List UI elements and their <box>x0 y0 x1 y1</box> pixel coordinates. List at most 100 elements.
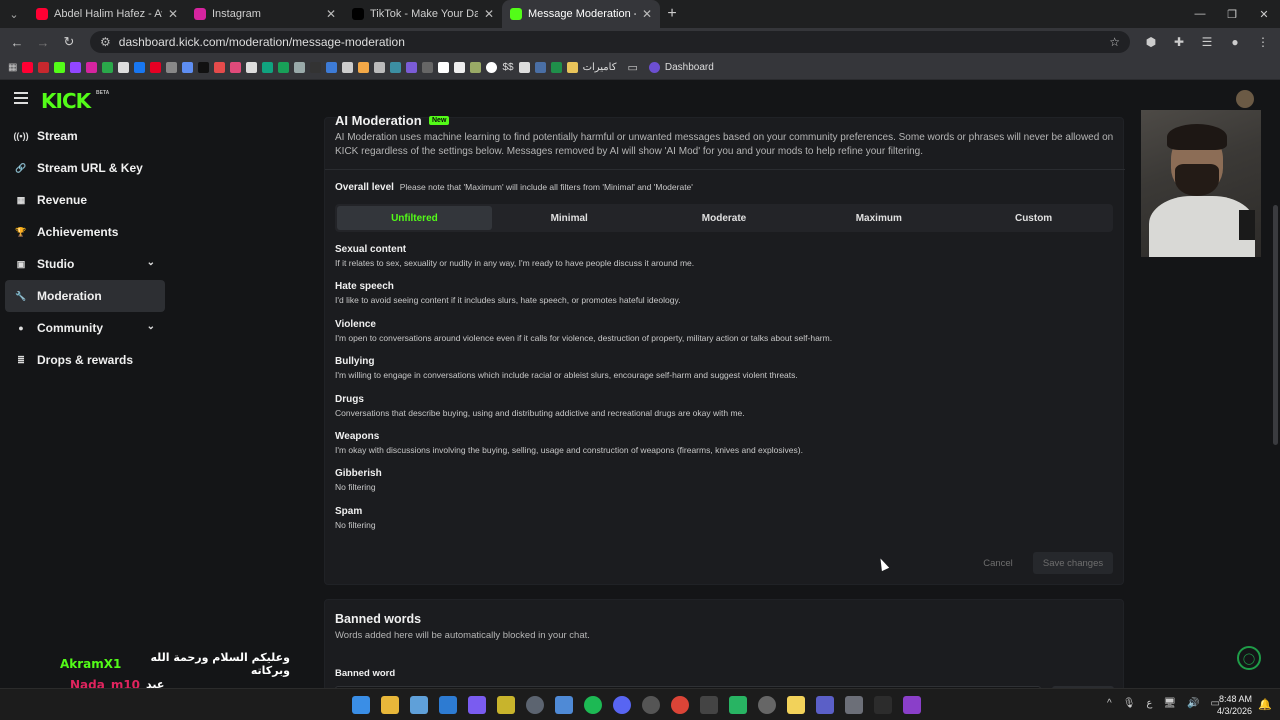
bookmark-circle-icon[interactable] <box>246 62 258 73</box>
discord-icon[interactable] <box>613 696 631 714</box>
level-option-moderate[interactable]: Moderate <box>647 206 802 230</box>
bookmark-dollar[interactable]: $$ <box>502 62 513 73</box>
bookmark-red-icon[interactable] <box>38 62 50 73</box>
level-option-minimal[interactable]: Minimal <box>492 206 647 230</box>
bookmark-white-icon[interactable] <box>342 62 354 73</box>
cancel-button[interactable]: Cancel <box>969 552 1027 574</box>
bookmark-dashboard[interactable]: Dashboard <box>665 62 714 73</box>
close-window-icon[interactable]: ✕ <box>1248 0 1280 28</box>
bookmark-tiktok-icon[interactable] <box>198 62 210 73</box>
bookmark-kick-icon[interactable] <box>54 62 66 73</box>
sidebar-item-community[interactable]: ● Community ⌄ <box>5 312 165 344</box>
app-purple-icon[interactable] <box>468 696 486 714</box>
language-indicator[interactable]: ع <box>1146 698 1152 709</box>
folder-icon[interactable]: ▭ <box>627 61 637 74</box>
browser-tab[interactable]: Instagram ✕ <box>186 0 344 28</box>
puzzle-icon[interactable]: ✚ <box>1168 35 1190 49</box>
category-item[interactable]: Violence I'm open to conversations around… <box>335 318 1115 355</box>
bookmark-star-icon[interactable]: ☆ <box>1109 35 1120 49</box>
bookmark-mail-icon[interactable] <box>518 62 530 73</box>
bookmark-app-icon[interactable] <box>166 62 178 73</box>
profile-icon[interactable]: ● <box>1224 35 1246 49</box>
app-shield-icon[interactable] <box>555 696 573 714</box>
level-option-maximum[interactable]: Maximum <box>801 206 956 230</box>
bookmark-generic-icon[interactable] <box>534 62 546 73</box>
spotify-icon[interactable] <box>584 696 602 714</box>
chrome-icon[interactable] <box>671 696 689 714</box>
bookmark-instagram-icon[interactable] <box>86 62 98 73</box>
bookmark-excel-icon[interactable] <box>550 62 562 73</box>
app-x-icon[interactable] <box>700 696 718 714</box>
bookmark-google-icon[interactable] <box>486 62 498 73</box>
help-chat-icon[interactable]: ◯ <box>1237 646 1261 670</box>
sidebar-item-revenue[interactable]: ▦ Revenue <box>5 184 165 216</box>
bookmark-blue-icon[interactable] <box>326 62 338 73</box>
app-gray-icon[interactable] <box>845 696 863 714</box>
bookmark-amazon-icon[interactable] <box>358 62 370 73</box>
notification-bell-icon[interactable]: 🔔 <box>1258 698 1272 711</box>
category-item[interactable]: Bullying I'm willing to engage in convers… <box>335 355 1115 392</box>
page-scrollbar[interactable] <box>1273 205 1278 445</box>
tab-close-icon[interactable]: ✕ <box>642 7 652 21</box>
hamburger-menu-icon[interactable] <box>14 92 28 104</box>
level-option-unfiltered[interactable]: Unfiltered <box>337 206 492 230</box>
file-explorer-icon[interactable] <box>381 696 399 714</box>
sidebar-item-achievements[interactable]: 🏆 Achievements <box>5 216 165 248</box>
sidebar-item-stream-url-key[interactable]: 🔗 Stream URL & Key <box>5 152 165 184</box>
back-icon[interactable]: ← <box>6 31 28 53</box>
bookmark-dark-icon[interactable] <box>310 62 322 73</box>
app-green-icon[interactable] <box>729 696 747 714</box>
system-clock[interactable]: 8:48 AM 4/3/2026 <box>1217 693 1252 717</box>
bookmark-fire-icon[interactable] <box>438 62 450 73</box>
sidebar-item-stream[interactable]: ((•)) Stream <box>5 120 165 152</box>
app-blue-icon[interactable] <box>439 696 457 714</box>
app-4k-icon[interactable] <box>526 696 544 714</box>
reading-list-icon[interactable]: ☰ <box>1196 35 1218 49</box>
bookmark-arabic-cameras[interactable]: كاميرات <box>583 62 617 73</box>
bookmark-b-icon[interactable] <box>454 62 466 73</box>
bookmark-dashboard-icon[interactable] <box>648 62 660 73</box>
app-yellow-icon[interactable] <box>497 696 515 714</box>
extension-icon[interactable]: ⬢ <box>1140 35 1162 49</box>
bookmark-doc-icon[interactable] <box>374 62 386 73</box>
bookmark-slack-icon[interactable] <box>470 62 482 73</box>
mic-icon[interactable]: 🎙 <box>1123 698 1136 709</box>
bookmark-flag-icon[interactable] <box>102 62 114 73</box>
chevron-down-icon[interactable]: ⌄ <box>147 321 155 332</box>
bookmark-facebook-icon[interactable] <box>134 62 146 73</box>
browser-tab[interactable]: TikTok - Make Your Day ✕ <box>344 0 502 28</box>
tab-close-icon[interactable]: ✕ <box>326 7 336 21</box>
bookmark-teal-icon[interactable] <box>390 62 402 73</box>
save-changes-button[interactable]: Save changes <box>1033 552 1113 574</box>
sidebar-item-drops-rewards[interactable]: ≣ Drops & rewards <box>5 344 165 376</box>
bookmark-purple-icon[interactable] <box>406 62 418 73</box>
category-item[interactable]: Hate speech I'd like to avoid seeing cont… <box>335 280 1115 317</box>
bookmark-twitch-icon[interactable] <box>70 62 82 73</box>
bookmark-pinterest-icon[interactable] <box>150 62 162 73</box>
app-violet-icon[interactable] <box>903 696 921 714</box>
restore-icon[interactable]: ❐ <box>1216 0 1248 28</box>
minimize-icon[interactable]: — <box>1184 0 1216 28</box>
bookmark-img-icon[interactable] <box>422 62 434 73</box>
chevron-down-icon[interactable]: ⌄ <box>147 257 155 268</box>
reload-icon[interactable]: ↻ <box>58 31 80 53</box>
bookmark-youtube-icon[interactable] <box>22 62 34 73</box>
volume-icon[interactable]: 🔊 <box>1187 698 1199 709</box>
bookmark-notes-icon[interactable] <box>566 62 578 73</box>
network-icon[interactable]: 🖥 <box>1163 698 1176 709</box>
sidebar-item-moderation[interactable]: 🔧 Moderation <box>5 280 165 312</box>
kick-logo[interactable]: KICK <box>41 89 91 113</box>
bookmark-t-icon[interactable] <box>214 62 226 73</box>
category-item[interactable]: Gibberish No filtering <box>335 467 1115 504</box>
notepad-icon[interactable] <box>410 696 428 714</box>
sticky-notes-icon[interactable] <box>787 696 805 714</box>
app-dark-icon[interactable] <box>874 696 892 714</box>
category-item[interactable]: Drugs Conversations that describe buying,… <box>335 393 1115 430</box>
bookmark-x-icon[interactable] <box>118 62 130 73</box>
teams-icon[interactable] <box>816 696 834 714</box>
bookmark-sheets-icon[interactable] <box>278 62 290 73</box>
tray-chevron-icon[interactable]: ^ <box>1107 698 1112 709</box>
obs-icon[interactable] <box>642 696 660 714</box>
level-option-custom[interactable]: Custom <box>956 206 1111 230</box>
apps-grid-icon[interactable]: ▦ <box>8 62 17 73</box>
